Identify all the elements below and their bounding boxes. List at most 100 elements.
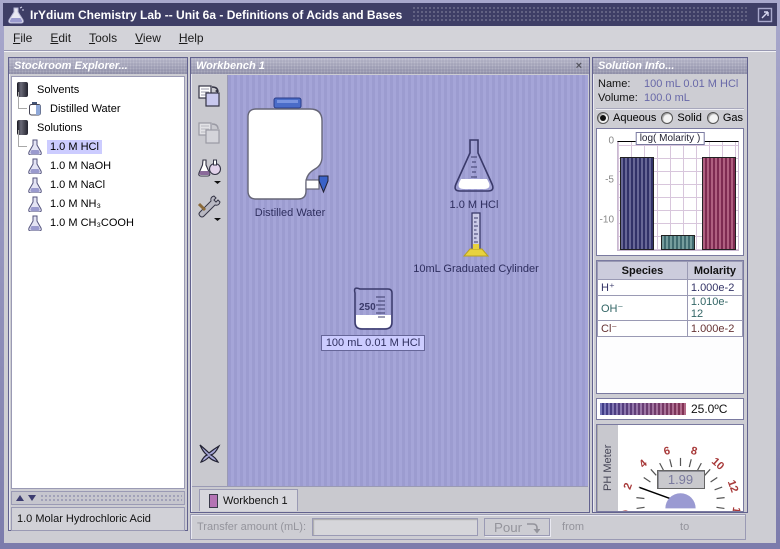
molarity-chart: log( Molarity ) 0-5-10: [596, 128, 744, 256]
scrollbar-track[interactable]: [40, 494, 182, 502]
transfer-amount-label: Transfer amount (mL):: [197, 521, 306, 533]
thermometer: 25.0ºC: [596, 398, 744, 420]
flask-label: 1.0 M HCl: [416, 199, 532, 211]
species-table-box: Species Molarity H⁺ 1.000e-2 OH⁻ 1.010e-…: [596, 260, 744, 394]
tree-item-hcl[interactable]: 1.0 M HCl: [26, 137, 184, 156]
cylinder-graphic: [461, 211, 491, 259]
stockroom-header[interactable]: Stockroom Explorer...: [9, 58, 187, 74]
tree-label: Solvents: [34, 83, 82, 97]
app-window: IrYdium Chemistry Lab -- Unit 6a - Defin…: [0, 0, 780, 549]
chart-y-axis: 0-5-10: [597, 141, 616, 251]
flask-item[interactable]: 1.0 M HCl: [416, 137, 532, 211]
workbench-canvas[interactable]: Distilled Water 1.0 M HCl: [227, 75, 588, 487]
species-row-1[interactable]: OH⁻ 1.010e-12: [598, 296, 743, 321]
workbench-tab-bar: Workbench 1: [192, 486, 588, 511]
tree-item-solvents[interactable]: Solvents: [12, 80, 184, 99]
radio-label: Aqueous: [613, 112, 656, 124]
radio-label: Solid: [677, 112, 701, 124]
tree-item-naoh[interactable]: 1.0 M NaOH: [26, 156, 184, 175]
titlebar-texture[interactable]: [412, 6, 749, 23]
menu-edit[interactable]: Edit: [41, 28, 80, 48]
chart-bar-1: [661, 235, 695, 250]
transfer-amount-input[interactable]: [312, 518, 478, 536]
radio-aqueous[interactable]: Aqueous: [597, 112, 656, 124]
horizontal-scrollbar[interactable]: [11, 491, 185, 505]
menu-view[interactable]: View: [126, 28, 170, 48]
molarity-col-header: Molarity: [687, 262, 742, 280]
water-jug-icon: [28, 101, 42, 116]
cylinder-item[interactable]: 10mL Graduated Cylinder: [406, 211, 546, 275]
workbench-tab-label: Workbench 1: [223, 495, 288, 507]
pour-button[interactable]: Pour: [484, 518, 550, 536]
carboy-graphic: [244, 95, 336, 203]
solution-info-title: Solution Info...: [598, 58, 742, 74]
radio-solid[interactable]: Solid: [661, 112, 701, 124]
close-icon[interactable]: ×: [574, 58, 584, 74]
tree-label: 1.0 M NaCl: [47, 178, 108, 192]
carboy-item[interactable]: Distilled Water: [240, 95, 340, 219]
tree-item-solutions[interactable]: Solutions: [12, 118, 184, 137]
svg-text:8: 8: [689, 445, 698, 458]
ph-meter-label: PH Meter: [597, 425, 618, 511]
maximize-icon[interactable]: [757, 7, 773, 23]
copy-workbench-button[interactable]: [196, 83, 223, 110]
chart-bar-0: [620, 157, 654, 250]
workbench-header[interactable]: Workbench 1 ×: [191, 58, 589, 74]
beaker-graphic: 250: [348, 285, 398, 331]
ph-meter: PH Meter 02468101214 1.99: [596, 424, 744, 512]
beaker-mark-text: 250: [359, 302, 376, 313]
radio-gas[interactable]: Gas: [707, 112, 743, 124]
chart-title: log( Molarity ): [636, 132, 705, 145]
stockroom-tree: Solvents Distilled Water: [11, 76, 185, 489]
svg-text:4: 4: [637, 457, 650, 471]
svg-text:6: 6: [663, 445, 672, 458]
flask-icon: [28, 139, 42, 155]
species-cell: Cl⁻: [598, 321, 688, 337]
window-title: IrYdium Chemistry Lab -- Unit 6a - Defin…: [30, 8, 402, 22]
beaker-item[interactable]: 250 100 mL 0.01 M HCl: [311, 285, 435, 351]
app-flask-icon: [6, 6, 26, 24]
svg-text:2: 2: [622, 481, 635, 491]
chart-ytick: -10: [600, 214, 614, 225]
workbench-tab-icon: [209, 494, 218, 508]
solution-info-header[interactable]: Solution Info...: [593, 58, 747, 74]
solution-identity: Name: 100 mL 0.01 M HCl Volume: 100.0 mL: [596, 77, 744, 109]
tree-item-nh3[interactable]: 1.0 M NH₃: [26, 194, 184, 213]
carboy-label: Distilled Water: [240, 207, 340, 219]
tree-label: 1.0 M NH₃: [47, 197, 104, 211]
radio-dot-icon: [707, 112, 719, 124]
window-titlebar[interactable]: IrYdium Chemistry Lab -- Unit 6a - Defin…: [3, 3, 777, 26]
tree-item-ch3cooh[interactable]: 1.0 M CH₃COOH: [26, 213, 184, 232]
workbench-toolbar: [192, 75, 227, 487]
molarity-cell: 1.000e-2: [687, 280, 742, 296]
svg-text:10: 10: [709, 456, 726, 473]
chart-ytick: 0: [608, 136, 614, 147]
scissors-icon[interactable]: [196, 440, 223, 467]
window-chrome: File Edit Tools View Help Stockroom Expl…: [4, 26, 776, 543]
glassware-menu-button[interactable]: [196, 157, 223, 184]
tree-item-nacl[interactable]: 1.0 M NaCl: [26, 175, 184, 194]
paste-workbench-button-disabled[interactable]: [196, 120, 223, 147]
ph-gauge-svg: 02468101214: [618, 425, 743, 511]
tree-item-distilled-water[interactable]: Distilled Water: [26, 99, 184, 118]
transfer-bar: Transfer amount (mL): Pour from to: [190, 514, 746, 540]
workbench-panel: Workbench 1 ×: [190, 57, 590, 513]
species-row-2[interactable]: Cl⁻ 1.000e-2: [598, 321, 743, 337]
scroll-down-icon[interactable]: [28, 495, 36, 501]
menu-tools[interactable]: Tools: [80, 28, 126, 48]
species-row-0[interactable]: H⁺ 1.000e-2: [598, 280, 743, 296]
menu-help[interactable]: Help: [170, 28, 213, 48]
menu-file[interactable]: File: [4, 28, 41, 48]
tools-menu-button[interactable]: [196, 194, 223, 221]
pour-arrow-icon: [526, 521, 540, 534]
volume-label: Volume:: [598, 92, 644, 104]
scroll-up-icon[interactable]: [16, 495, 24, 501]
workbench-title: Workbench 1: [196, 58, 574, 74]
transfer-from-label: from: [562, 521, 584, 533]
tab-workbench-1[interactable]: Workbench 1: [199, 489, 298, 511]
phase-selector: Aqueous Solid Gas: [596, 112, 744, 124]
name-value: 100 mL 0.01 M HCl: [644, 78, 738, 90]
molarity-cell: 1.010e-12: [687, 296, 742, 321]
tree-label: Distilled Water: [47, 102, 124, 116]
name-label: Name:: [598, 78, 644, 90]
